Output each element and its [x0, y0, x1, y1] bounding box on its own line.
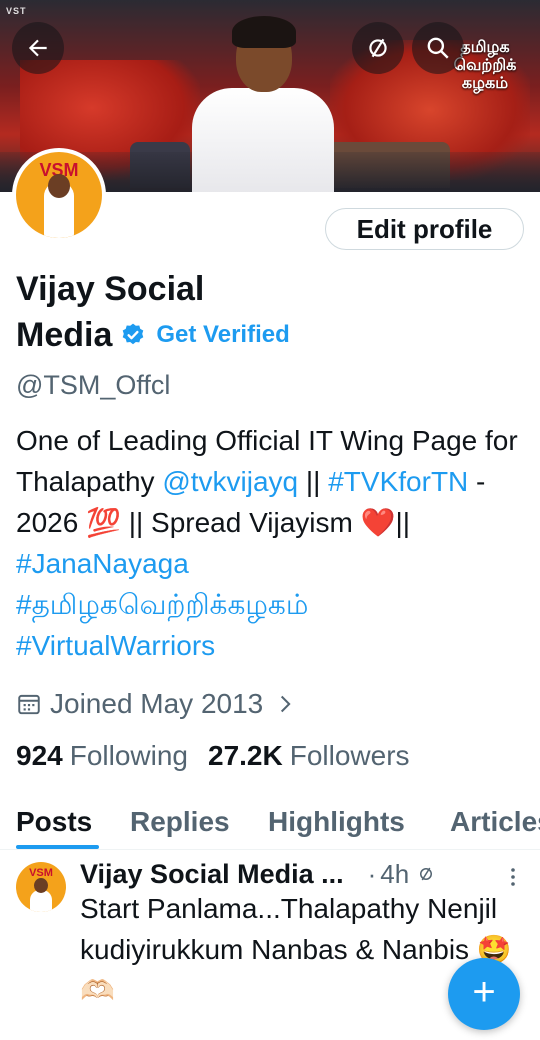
post-timestamp[interactable]: 4h	[380, 859, 409, 890]
mute-button[interactable]	[352, 22, 404, 74]
banner-person	[188, 16, 338, 192]
followers-count[interactable]: 27.2K	[208, 740, 283, 772]
post-separator: ·	[367, 858, 377, 889]
follow-stats: 924 Following 27.2K Followers	[16, 736, 410, 776]
profile-name-line2: Media	[16, 315, 113, 354]
post-header: Vijay Social Media ... · 4h	[80, 856, 530, 892]
post-author-name[interactable]: Vijay Social Media ...	[80, 859, 344, 890]
profile-name-line1: Vijay Social	[16, 270, 205, 308]
following-label[interactable]: Following	[70, 740, 188, 772]
bio-hashtag-link[interactable]: #TVKforTN	[328, 466, 468, 497]
get-verified-link[interactable]: Get Verified	[156, 321, 289, 349]
profile-tabs: Posts Replies Highlights Articles	[0, 800, 540, 850]
bio-hashtag-link[interactable]: #JanaNayaga	[16, 548, 189, 579]
tab-highlights[interactable]: Highlights	[268, 800, 405, 849]
mute-circle-icon	[369, 38, 387, 58]
bio-text: ||	[298, 466, 329, 497]
active-tab-indicator	[16, 845, 99, 849]
bio-hashtag-link[interactable]: #தமிழகவெற்றிக்கழகம்	[16, 589, 308, 620]
mute-circle-icon	[420, 867, 433, 881]
back-button[interactable]	[12, 22, 64, 74]
bio-hashtag-link[interactable]: #VirtualWarriors	[16, 630, 215, 661]
tab-articles[interactable]: Articles	[450, 800, 540, 849]
profile-handle: @TSM_Offcl	[16, 370, 171, 400]
plus-icon: +	[472, 970, 496, 1014]
banner-watermark: VST	[6, 6, 27, 16]
compose-post-button[interactable]: +	[448, 958, 520, 1030]
bio-mention-link[interactable]: @tvkvijayq	[162, 466, 298, 497]
edit-profile-button[interactable]: Edit profile	[325, 208, 524, 250]
search-button[interactable]	[412, 22, 464, 74]
profile-name-row: Media Get Verified	[16, 312, 290, 358]
following-count[interactable]: 924	[16, 740, 63, 772]
chevron-right-icon	[281, 695, 291, 713]
profile-bio: One of Leading Official IT Wing Page for…	[16, 420, 526, 666]
tab-posts[interactable]: Posts	[16, 800, 92, 849]
joined-date: Joined May 2013	[50, 688, 264, 719]
arrow-left-icon	[28, 39, 47, 57]
tab-replies[interactable]: Replies	[130, 800, 230, 849]
search-icon	[427, 37, 449, 59]
calendar-icon	[18, 694, 40, 715]
joined-date-row[interactable]: Joined May 2013	[16, 684, 303, 724]
profile-avatar[interactable]: VSM	[12, 148, 106, 242]
followers-label[interactable]: Followers	[290, 740, 410, 772]
verified-badge-icon[interactable]	[120, 322, 146, 348]
post-avatar[interactable]: VSM	[16, 862, 66, 912]
more-options-icon[interactable]	[507, 866, 519, 888]
